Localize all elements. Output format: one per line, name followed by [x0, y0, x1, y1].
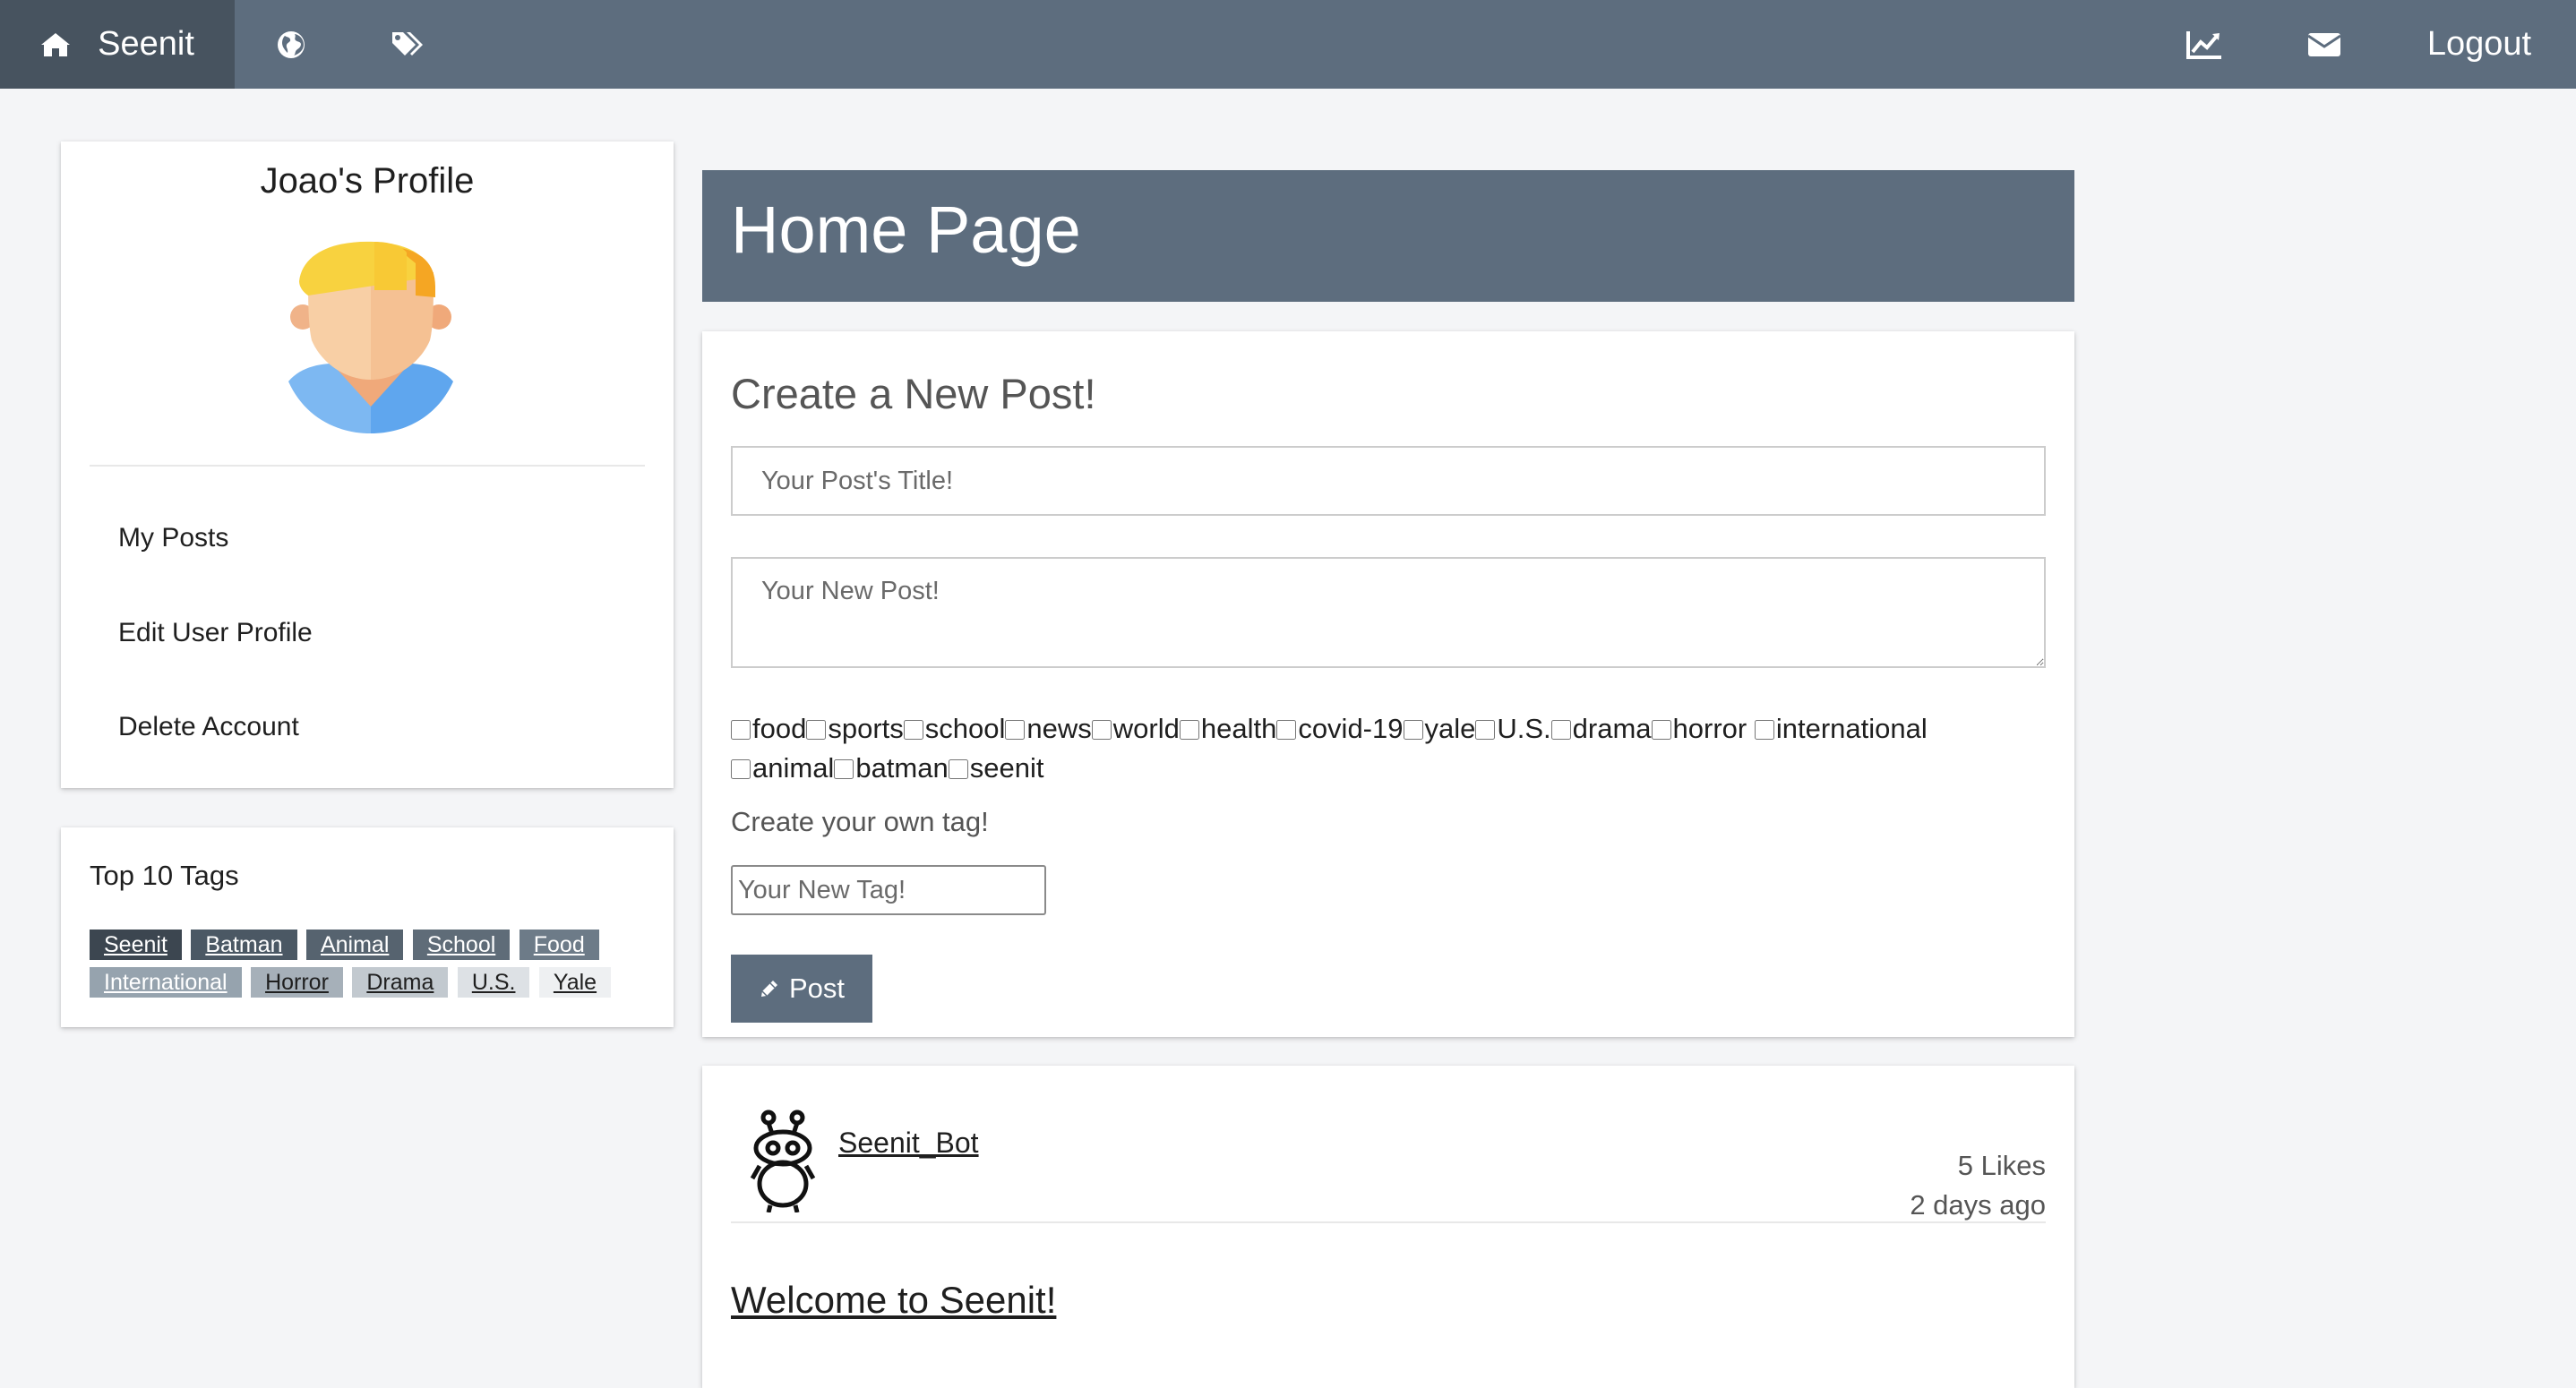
- tag-checkbox[interactable]: [948, 759, 968, 779]
- tag-badge-yale[interactable]: Yale: [538, 967, 612, 998]
- top-tags-card: Top 10 Tags Seenit Batman Animal School …: [61, 827, 674, 1027]
- own-tag-label: Create your own tag!: [731, 806, 989, 837]
- tags-icon[interactable]: [376, 0, 439, 89]
- tag-checkbox-label: U.S.: [1497, 713, 1551, 744]
- tag-badge-horror[interactable]: Horror: [251, 967, 343, 998]
- feed-post-card: Seenit_Bot 5 Likes 2 days ago Welcome to…: [702, 1066, 2074, 1388]
- post-title-link[interactable]: Welcome to Seenit!: [731, 1279, 1056, 1322]
- tag-badge-batman[interactable]: Batman: [191, 930, 297, 960]
- tag-checkbox-label: batman: [855, 752, 949, 784]
- globe-icon[interactable]: [260, 0, 322, 89]
- envelope-icon[interactable]: [2293, 0, 2356, 89]
- tag-checkbox-label: health: [1200, 713, 1277, 744]
- tag-checkbox-item[interactable]: international: [1754, 713, 1928, 744]
- tag-checkbox-item[interactable]: covid-19: [1276, 713, 1404, 744]
- brand-label: Seenit: [98, 25, 194, 63]
- tag-checkbox-item[interactable]: horror: [1651, 713, 1747, 744]
- tag-checkbox[interactable]: [1091, 720, 1112, 740]
- tag-checkbox-item[interactable]: yale: [1403, 713, 1476, 744]
- tag-checkbox-item[interactable]: food: [731, 713, 806, 744]
- tag-checkbox-item[interactable]: animal: [731, 752, 834, 784]
- tag-checkbox-label: horror: [1672, 713, 1747, 744]
- tag-checkbox-label: international: [1775, 713, 1928, 744]
- top-tags-title: Top 10 Tags: [90, 860, 239, 891]
- tag-checkbox-item[interactable]: news: [1005, 713, 1092, 744]
- tag-checkbox-label: animal: [752, 752, 835, 784]
- tag-checkbox-label: news: [1026, 713, 1092, 744]
- chart-icon[interactable]: [2173, 0, 2236, 89]
- profile-divider: [90, 465, 645, 467]
- post-body-textarea[interactable]: [731, 557, 2046, 668]
- tag-checkbox-item[interactable]: U.S.: [1475, 713, 1551, 744]
- tag-badge-u-s[interactable]: U.S.: [457, 967, 530, 998]
- post-timestamp: 2 days ago: [1910, 1189, 2046, 1221]
- post-title-input[interactable]: [731, 446, 2046, 516]
- page-title: Home Page: [731, 193, 1081, 267]
- tag-checkbox[interactable]: [731, 720, 751, 740]
- tag-checkbox[interactable]: [1550, 720, 1571, 740]
- tag-checkbox[interactable]: [1403, 720, 1423, 740]
- tag-checkbox-item[interactable]: sports: [806, 713, 904, 744]
- tag-checkbox-item[interactable]: health: [1179, 713, 1277, 744]
- tag-checkbox[interactable]: [1475, 720, 1496, 740]
- nav-home-link[interactable]: Seenit: [0, 0, 235, 89]
- tag-badge-school[interactable]: School: [412, 930, 511, 960]
- tag-checkbox-label: school: [924, 713, 1006, 744]
- tag-checkbox[interactable]: [731, 759, 751, 779]
- tag-checkbox-label: world: [1112, 713, 1180, 744]
- profile-title: Joao's Profile: [260, 161, 475, 201]
- home-icon: [40, 31, 71, 58]
- tag-checkbox[interactable]: [1179, 720, 1199, 740]
- delete-account-link[interactable]: Delete Account: [118, 712, 299, 742]
- tag-badge-list: Seenit Batman Animal School Food Interna…: [90, 930, 663, 1005]
- tag-checkbox-item[interactable]: drama: [1550, 713, 1652, 744]
- tag-checkbox-label: covid-19: [1298, 713, 1404, 744]
- tag-checkbox[interactable]: [806, 720, 827, 740]
- my-posts-link[interactable]: My Posts: [118, 523, 228, 553]
- tag-checkbox[interactable]: [1005, 720, 1026, 740]
- tag-badge-international[interactable]: International: [90, 967, 242, 998]
- post-button-label: Post: [788, 972, 846, 1004]
- tag-checkbox-item[interactable]: seenit: [948, 752, 1044, 784]
- logout-link[interactable]: Logout: [2409, 0, 2549, 89]
- tag-checkbox-item[interactable]: batman: [834, 752, 949, 784]
- post-likes: 5 Likes: [1957, 1150, 2046, 1181]
- profile-card: Joao's Profile My Posts Edit User Profil…: [61, 141, 674, 788]
- robot-avatar-icon[interactable]: [747, 1109, 819, 1213]
- tag-checkbox-item[interactable]: world: [1091, 713, 1180, 744]
- tag-checkbox[interactable]: [903, 720, 923, 740]
- tag-badge-seenit[interactable]: Seenit: [90, 930, 182, 960]
- tag-checkbox[interactable]: [1276, 720, 1297, 740]
- create-post-card: Create a New Post! food sports school newsw…: [702, 331, 2074, 1037]
- new-tag-input[interactable]: [731, 865, 1046, 915]
- edit-profile-link[interactable]: Edit User Profile: [118, 618, 313, 648]
- post-button[interactable]: Post: [731, 955, 872, 1023]
- tag-checkbox[interactable]: [1651, 720, 1671, 740]
- tag-checkbox[interactable]: [1754, 720, 1774, 740]
- page-header: Home Page: [702, 170, 2074, 302]
- top-navbar: Seenit Logout: [0, 0, 2576, 89]
- post-author-link[interactable]: Seenit_Bot: [838, 1127, 979, 1160]
- tag-checkbox-label: food: [752, 713, 807, 744]
- create-post-heading: Create a New Post!: [731, 370, 1096, 417]
- tag-checkbox-label: yale: [1424, 713, 1476, 744]
- pencil-icon: [759, 978, 780, 999]
- tag-checkbox-label: drama: [1572, 713, 1652, 744]
- tag-badge-drama[interactable]: Drama: [352, 967, 449, 998]
- avatar: [281, 236, 460, 433]
- tag-badge-animal[interactable]: Animal: [305, 930, 404, 960]
- tag-badge-food[interactable]: Food: [519, 930, 599, 960]
- tag-checkbox[interactable]: [834, 759, 854, 779]
- tag-checkbox-label: sports: [828, 713, 904, 744]
- tag-checkbox-item[interactable]: school: [903, 713, 1006, 744]
- post-divider: [731, 1221, 2046, 1223]
- tag-checkbox-label: seenit: [969, 752, 1044, 784]
- tag-checkbox-list: food sports school news world health covid-19 y…: [731, 709, 2012, 788]
